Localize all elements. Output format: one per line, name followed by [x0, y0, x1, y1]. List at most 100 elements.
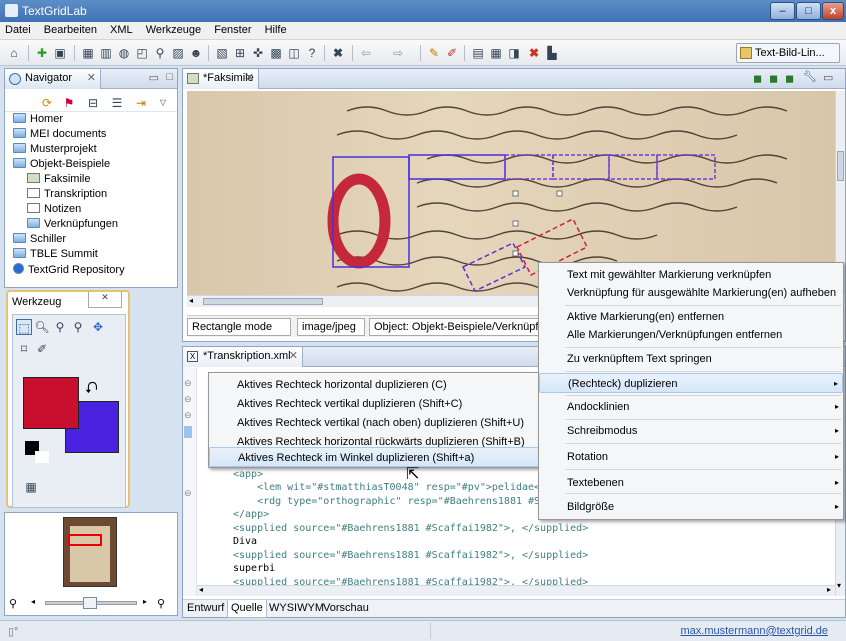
- refresh-icon[interactable]: ⟳: [39, 95, 55, 111]
- fold-icon[interactable]: ⊖: [184, 394, 192, 405]
- menu-item-schreibmodus[interactable]: Schreibmodus ▸: [539, 421, 843, 441]
- code-line[interactable]: superbi: [233, 563, 275, 576]
- tab-wysiwym[interactable]: WYSIWYM: [269, 602, 324, 614]
- save-all-icon[interactable]: ▤: [470, 45, 486, 61]
- menu-werkzeuge[interactable]: Werkzeuge: [141, 22, 206, 36]
- default-white-swatch[interactable]: [35, 451, 49, 463]
- navigator-item[interactable]: Schiller: [13, 233, 66, 248]
- perspective-button[interactable]: Text-Bild-Lin...: [736, 43, 840, 63]
- navigator-item[interactable]: TextGrid Repository: [13, 263, 125, 278]
- image-view-icon[interactable]: ▧: [214, 45, 230, 61]
- delete-icon[interactable]: ✖: [330, 45, 346, 61]
- zoom-in-icon[interactable]: 🔍︎: [34, 319, 50, 335]
- markup-rectangle[interactable]: [552, 154, 610, 180]
- compass-icon[interactable]: ✜: [250, 45, 266, 61]
- navigator-item[interactable]: Transkription: [27, 188, 107, 203]
- zoom-in-icon[interactable]: ⚲: [157, 597, 165, 610]
- close-button[interactable]: x: [822, 2, 844, 20]
- thumbnail-viewport[interactable]: [68, 534, 102, 546]
- edit-icon[interactable]: ✐: [444, 45, 460, 61]
- menu-item-jump-to-text[interactable]: Zu verknüpftem Text springen: [539, 349, 843, 369]
- menu-datei[interactable]: Datei: [0, 22, 36, 36]
- home-icon[interactable]: ⌂: [6, 45, 22, 61]
- horizontal-scrollbar[interactable]: ◂ ▸: [197, 585, 835, 596]
- new-icon[interactable]: ✚: [34, 45, 50, 61]
- zoom-out-icon[interactable]: ⚲: [70, 319, 86, 335]
- minimize-button[interactable]: –: [770, 2, 795, 20]
- menu-item-remove-all[interactable]: Alle Markierungen/Verknüpfungen entferne…: [539, 325, 843, 345]
- wrench-icon[interactable]: 🔧︎: [803, 70, 817, 83]
- fold-icon[interactable]: ⊖: [184, 410, 192, 421]
- tab-vorschau[interactable]: Vorschau: [323, 602, 369, 614]
- menu-item-remove-active[interactable]: Aktive Markierung(en) entfernen: [539, 307, 843, 327]
- tab-faksimile[interactable]: *Faksimile ✕: [183, 69, 259, 89]
- menu-item-duplicate-vertical-up[interactable]: Aktives Rechteck vertikal (nach oben) du…: [209, 413, 539, 433]
- image-icon[interactable]: ▨: [170, 45, 186, 61]
- minimize-view-icon[interactable]: ▭: [823, 71, 833, 84]
- filter-icon[interactable]: ⚑: [61, 95, 77, 111]
- pencil-icon[interactable]: ✎: [426, 45, 442, 61]
- code-line[interactable]: <lem wit="#stmatthiasT0048" resp="#pv">p…: [233, 482, 552, 495]
- slider-right-arrow[interactable]: ▸: [143, 597, 147, 606]
- menu-item-duplicate-vertical[interactable]: Aktives Rechteck vertikal duplizieren (S…: [209, 394, 539, 414]
- tab-entwurf[interactable]: Entwurf: [187, 602, 224, 614]
- scroll-right-arrow[interactable]: ▸: [827, 585, 831, 594]
- window-icon[interactable]: ◫: [286, 45, 302, 61]
- save-icon[interactable]: ▣: [52, 45, 68, 61]
- foreground-color-swatch[interactable]: [23, 377, 79, 429]
- tab-transkription[interactable]: X *Transkription.xml ✕: [183, 347, 303, 367]
- menu-item-rotation[interactable]: Rotation ▸: [539, 447, 843, 467]
- code-line[interactable]: Diva: [233, 536, 257, 549]
- user-account-link[interactable]: max.mustermann@textgrid.de: [680, 625, 828, 637]
- view-menu-icon[interactable]: ☰: [109, 95, 125, 111]
- code-line[interactable]: <supplied source="#Baehrens1881 #Scaffai…: [233, 550, 588, 563]
- layer-icon[interactable]: ◼: [785, 72, 794, 85]
- navigator-item[interactable]: TBLE Summit: [13, 248, 98, 263]
- scroll-left-arrow[interactable]: ◂: [189, 296, 193, 305]
- scroll-left-arrow[interactable]: ◂: [199, 585, 203, 594]
- search-icon[interactable]: ⚲: [152, 45, 168, 61]
- navigator-item[interactable]: Objekt-Beispiele: [13, 158, 110, 173]
- chevron-down-icon[interactable]: ▽: [155, 95, 171, 111]
- werkzeug-close-button[interactable]: ✕: [88, 292, 122, 308]
- scrollbar-thumb[interactable]: [203, 298, 323, 305]
- remove-icon[interactable]: ✖: [526, 45, 542, 61]
- grid-icon[interactable]: ▦: [80, 45, 96, 61]
- navigator-item[interactable]: Verknüpfungen: [27, 218, 118, 233]
- menu-item-unlink[interactable]: Verknüpfung für ausgewählte Markierung(e…: [539, 283, 843, 303]
- menu-item-andocklinien[interactable]: Andocklinien ▸: [539, 397, 843, 417]
- code-line[interactable]: <rdg type="orthographic" resp="#Baehrens…: [233, 496, 546, 509]
- fold-icon[interactable]: ⊖: [184, 488, 192, 499]
- menu-item-duplicate[interactable]: (Rechteck) duplizieren ▸: [539, 373, 843, 393]
- person-icon[interactable]: ☻: [188, 45, 204, 61]
- export-icon[interactable]: ◨: [506, 45, 522, 61]
- menu-item-link-text[interactable]: Text mit gewählter Markierung verknüpfen: [539, 265, 843, 285]
- maximize-view-icon[interactable]: □: [166, 71, 173, 83]
- navigator-item[interactable]: Faksimile: [27, 173, 90, 188]
- layer-icon[interactable]: ◼: [769, 72, 778, 85]
- close-icon[interactable]: ✕: [87, 69, 96, 88]
- menu-item-bildgroesse[interactable]: Bildgröße ▸: [539, 497, 843, 517]
- help-icon[interactable]: ?: [304, 45, 320, 61]
- code-line[interactable]: <supplied source="#Baehrens1881 #Scaffai…: [233, 523, 588, 536]
- code-line[interactable]: </app>: [233, 509, 269, 522]
- book-icon[interactable]: ▥: [98, 45, 114, 61]
- navigator-item[interactable]: MEI documents: [13, 128, 106, 143]
- slider-left-arrow[interactable]: ◂: [31, 597, 35, 606]
- fold-icon[interactable]: ⊖: [184, 378, 192, 389]
- zoom-icon[interactable]: ⊞: [232, 45, 248, 61]
- layer-icon[interactable]: ◼: [753, 72, 762, 85]
- collapse-icon[interactable]: ⊟: [85, 95, 101, 111]
- forward-icon[interactable]: ⇨: [390, 45, 406, 61]
- users-icon[interactable]: ◍: [116, 45, 132, 61]
- close-icon[interactable]: ✕: [245, 69, 254, 88]
- grid-icon[interactable]: ▦: [23, 479, 39, 495]
- menu-item-textebenen[interactable]: Textebenen ▸: [539, 473, 843, 493]
- menu-hilfe[interactable]: Hilfe: [260, 22, 292, 36]
- menu-bearbeiten[interactable]: Bearbeiten: [39, 22, 102, 36]
- menu-xml[interactable]: XML: [105, 22, 138, 36]
- tab-navigator[interactable]: Navigator ✕: [5, 69, 101, 89]
- navigator-item[interactable]: Notizen: [27, 203, 81, 218]
- scroll-down-arrow[interactable]: ▾: [837, 581, 841, 590]
- picture-icon[interactable]: ▩: [268, 45, 284, 61]
